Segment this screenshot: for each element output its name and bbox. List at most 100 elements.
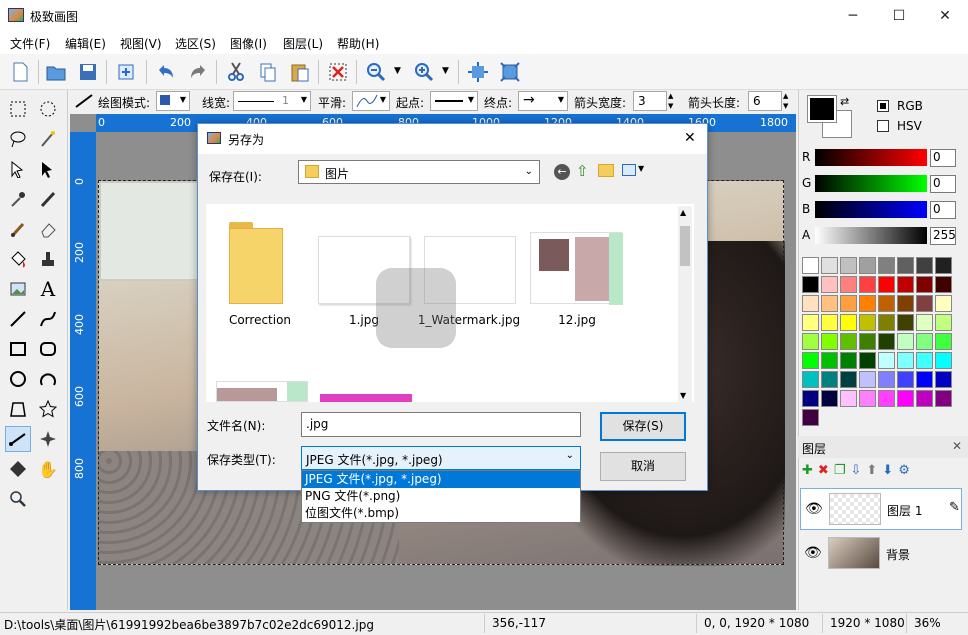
view-menu-icon[interactable] bbox=[622, 164, 636, 176]
move-layer-down-icon[interactable]: ⬇ bbox=[882, 463, 893, 478]
palette-swatch[interactable] bbox=[897, 371, 914, 388]
merge-layer-icon[interactable]: ⇩ bbox=[850, 463, 861, 478]
palette-swatch[interactable] bbox=[821, 371, 838, 388]
palette-swatch[interactable] bbox=[878, 295, 895, 312]
brush-icon[interactable] bbox=[5, 216, 31, 242]
text-icon[interactable]: A bbox=[35, 276, 61, 302]
filename-input[interactable]: .jpg bbox=[301, 412, 581, 437]
g-value[interactable]: 0 bbox=[930, 175, 956, 193]
draw-mode-dropdown[interactable]: ▼ bbox=[156, 91, 190, 111]
menu-help[interactable]: 帮助(H) bbox=[337, 35, 379, 52]
b-slider[interactable] bbox=[815, 201, 927, 218]
cancel-button[interactable]: 取消 bbox=[600, 452, 686, 481]
layer-properties-icon[interactable]: ⚙ bbox=[898, 463, 910, 478]
filetype-option[interactable]: JPEG 文件(*.jpg, *.jpeg) bbox=[302, 471, 580, 488]
new-file-icon[interactable] bbox=[8, 60, 32, 84]
menu-view[interactable]: 视图(V) bbox=[120, 35, 162, 52]
palette-swatch[interactable] bbox=[840, 314, 857, 331]
line-icon[interactable] bbox=[5, 306, 31, 332]
filetype-option[interactable]: PNG 文件(*.png) bbox=[302, 488, 580, 505]
arrow-length-spinner[interactable]: ▲ ▼ bbox=[783, 91, 788, 111]
palette-swatch[interactable] bbox=[916, 371, 933, 388]
palette-swatch[interactable] bbox=[802, 295, 819, 312]
start-point-dropdown[interactable]: ▼ bbox=[430, 91, 478, 111]
palette-swatch[interactable] bbox=[935, 276, 952, 293]
palette-swatch[interactable] bbox=[821, 295, 838, 312]
curve-icon[interactable] bbox=[35, 306, 61, 332]
arrow-length-input[interactable]: 6 bbox=[748, 91, 782, 111]
file-thumbnail[interactable] bbox=[530, 232, 623, 305]
b-value[interactable]: 0 bbox=[930, 201, 956, 219]
move-selection-icon[interactable] bbox=[5, 156, 31, 182]
palette-swatch[interactable] bbox=[840, 371, 857, 388]
file-thumbnail[interactable] bbox=[320, 394, 412, 402]
crop-icon[interactable] bbox=[114, 60, 138, 84]
hand-icon[interactable]: ✋ bbox=[35, 456, 61, 482]
palette-swatch[interactable] bbox=[916, 333, 933, 350]
line-width-dropdown[interactable]: 1 ▼ bbox=[233, 91, 311, 111]
palette-swatch[interactable] bbox=[859, 352, 876, 369]
copy-icon[interactable] bbox=[256, 60, 280, 84]
save-button[interactable]: 保存(S) bbox=[600, 412, 686, 441]
palette-swatch[interactable] bbox=[897, 352, 914, 369]
palette-swatch[interactable] bbox=[916, 390, 933, 407]
new-folder-icon[interactable] bbox=[598, 164, 614, 177]
layers-close-icon[interactable]: ✕ bbox=[952, 439, 962, 453]
layer-item[interactable]: 👁 背景 bbox=[800, 533, 962, 575]
zoom-out-icon[interactable] bbox=[364, 60, 388, 84]
color-picker-icon[interactable] bbox=[5, 186, 31, 212]
stamp-icon[interactable] bbox=[35, 246, 61, 272]
palette-swatch[interactable] bbox=[840, 257, 857, 274]
palette-swatch[interactable] bbox=[821, 257, 838, 274]
chevron-down-icon[interactable]: ▼ bbox=[638, 164, 644, 173]
palette-swatch[interactable] bbox=[916, 352, 933, 369]
palette-swatch[interactable] bbox=[802, 257, 819, 274]
undo-icon[interactable] bbox=[154, 60, 178, 84]
palette-swatch[interactable] bbox=[802, 409, 819, 426]
layer-item[interactable]: 👁 图层 1 ✎ bbox=[800, 488, 962, 530]
zoom-in-icon[interactable] bbox=[412, 60, 436, 84]
palette-swatch[interactable] bbox=[802, 333, 819, 350]
end-point-dropdown[interactable]: → ▼ bbox=[518, 91, 568, 111]
chevron-down-icon[interactable]: ▼ bbox=[394, 66, 401, 76]
palette-swatch[interactable] bbox=[802, 276, 819, 293]
palette-swatch[interactable] bbox=[878, 276, 895, 293]
chevron-down-icon[interactable]: ▼ bbox=[442, 66, 449, 76]
palette-swatch[interactable] bbox=[859, 276, 876, 293]
arc-icon[interactable] bbox=[35, 366, 61, 392]
palette-swatch[interactable] bbox=[859, 333, 876, 350]
pencil-icon[interactable] bbox=[35, 186, 61, 212]
palette-swatch[interactable] bbox=[821, 314, 838, 331]
palette-swatch[interactable] bbox=[878, 352, 895, 369]
palette-swatch[interactable] bbox=[859, 371, 876, 388]
palette-swatch[interactable] bbox=[840, 352, 857, 369]
palette-swatch[interactable] bbox=[935, 390, 952, 407]
close-button[interactable]: ✕ bbox=[922, 0, 968, 32]
palette-swatch[interactable] bbox=[802, 314, 819, 331]
palette-swatch[interactable] bbox=[897, 257, 914, 274]
palette-swatch[interactable] bbox=[916, 276, 933, 293]
menu-edit[interactable]: 编辑(E) bbox=[65, 35, 106, 52]
palette-swatch[interactable] bbox=[935, 371, 952, 388]
palette-swatch[interactable] bbox=[840, 276, 857, 293]
menu-image[interactable]: 图像(I) bbox=[230, 35, 267, 52]
lasso-icon[interactable] bbox=[5, 126, 31, 152]
hsv-radio[interactable] bbox=[877, 120, 889, 132]
palette-swatch[interactable] bbox=[897, 390, 914, 407]
file-thumbnail[interactable] bbox=[216, 381, 308, 402]
eye-icon[interactable]: 👁 bbox=[804, 545, 822, 561]
menu-layer[interactable]: 图层(L) bbox=[283, 35, 323, 52]
magic-wand-icon[interactable] bbox=[35, 126, 61, 152]
ellipse-select-icon[interactable] bbox=[35, 96, 61, 122]
palette-swatch[interactable] bbox=[897, 295, 914, 312]
star-icon[interactable] bbox=[35, 396, 61, 422]
palette-swatch[interactable] bbox=[935, 295, 952, 312]
palette-swatch[interactable] bbox=[897, 314, 914, 331]
move-icon[interactable] bbox=[35, 156, 61, 182]
foreground-color-swatch[interactable] bbox=[807, 95, 837, 123]
image-icon[interactable] bbox=[5, 276, 31, 302]
palette-swatch[interactable] bbox=[840, 295, 857, 312]
file-name[interactable]: Correction bbox=[205, 313, 315, 327]
save-in-dropdown[interactable]: 图片 ⌄ bbox=[298, 160, 540, 184]
rect-select-icon[interactable] bbox=[5, 96, 31, 122]
